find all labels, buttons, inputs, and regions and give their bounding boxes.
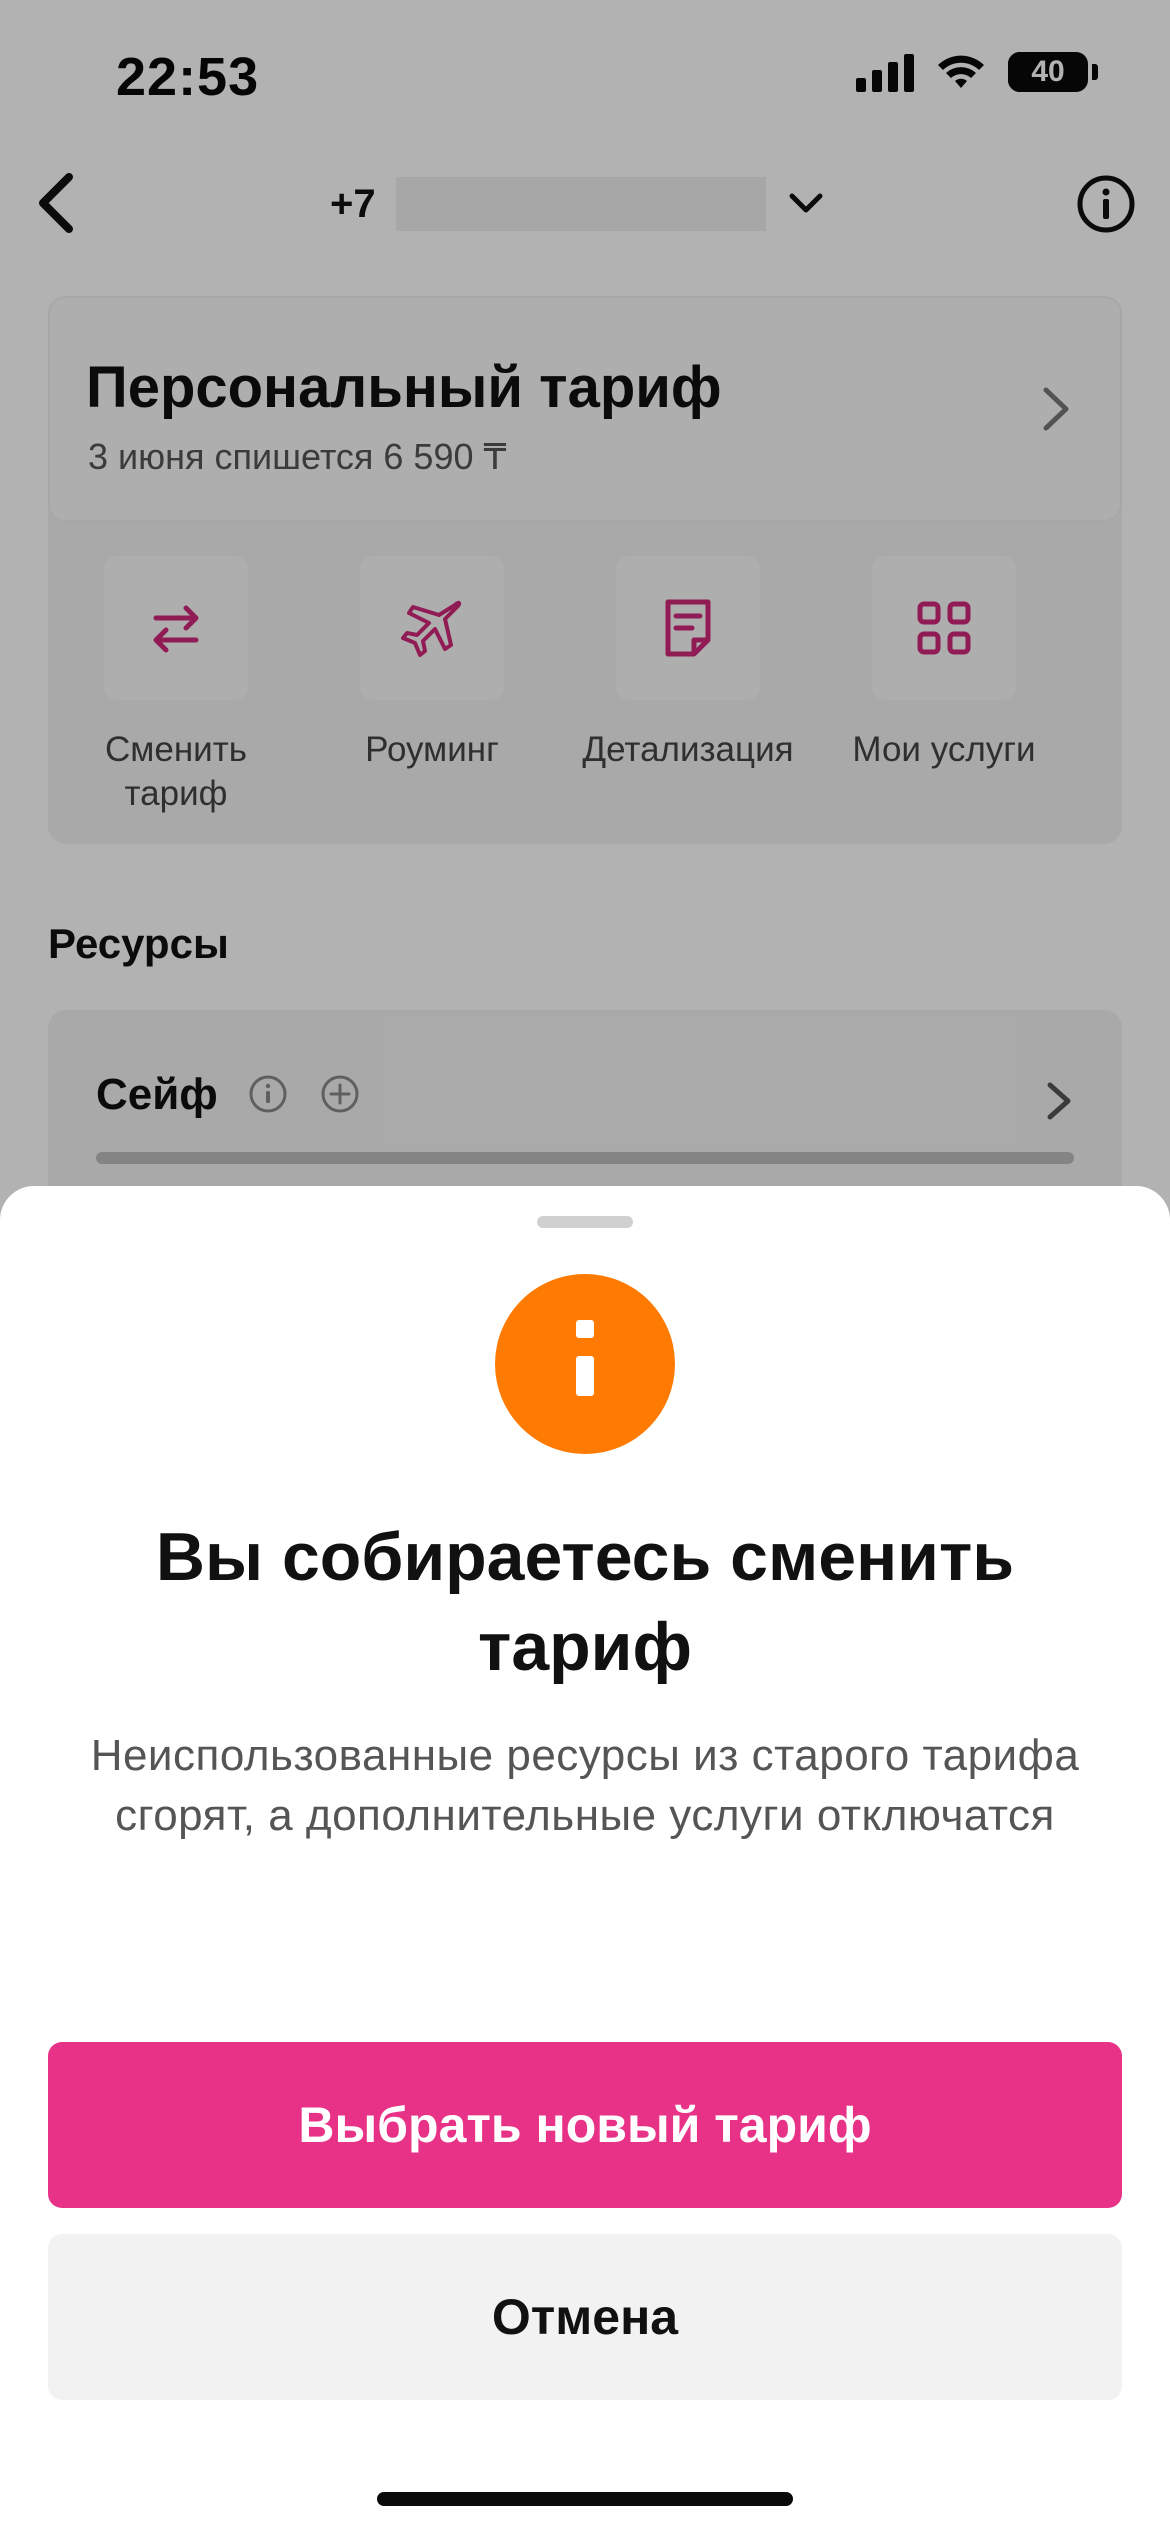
sheet-title: Вы собираетесь сменить тариф: [155, 1519, 1015, 1685]
confirm-bottom-sheet: Вы собираетесь сменить тариф Неиспользов…: [0, 1186, 1170, 2532]
home-indicator: [377, 2492, 793, 2506]
sheet-grabber[interactable]: [537, 1216, 633, 1228]
screen: 22:53 40 +7 Персональный тариф 3 июня сп…: [0, 0, 1170, 2532]
sheet-message: Неиспользованные ресурсы из старого тари…: [90, 1731, 1080, 1840]
warning-icon: [495, 1274, 675, 1454]
choose-new-tariff-button[interactable]: Выбрать новый тариф: [48, 2042, 1122, 2208]
cancel-button[interactable]: Отмена: [48, 2234, 1122, 2400]
